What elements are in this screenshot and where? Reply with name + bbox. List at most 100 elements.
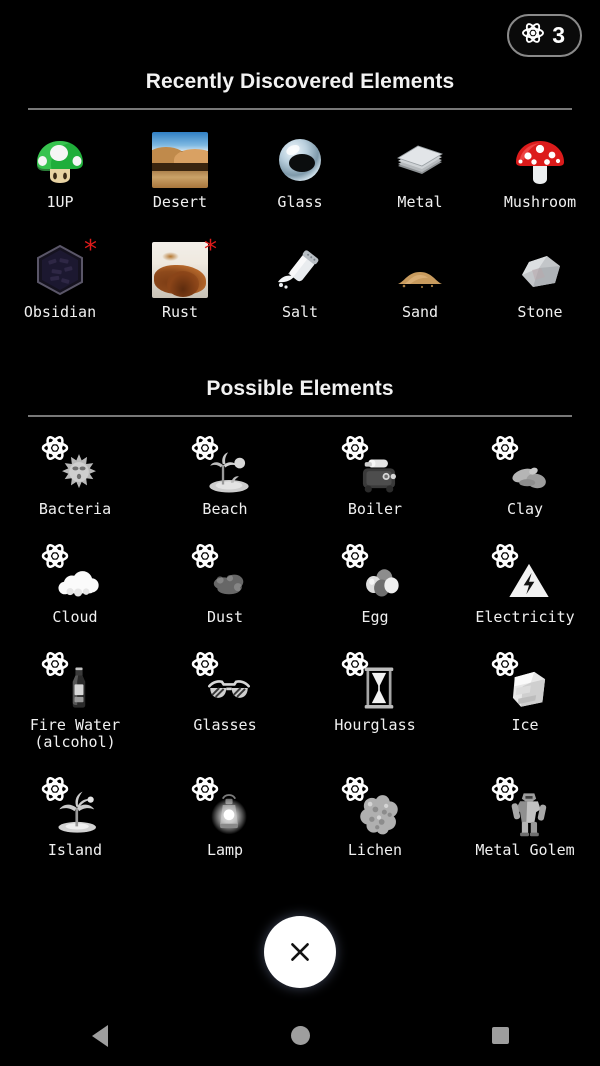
rust-photo-icon: *	[149, 238, 211, 302]
close-x-icon	[287, 939, 313, 965]
nav-home-button[interactable]	[200, 1026, 400, 1045]
element-cell-hourglass[interactable]: Hourglass	[300, 653, 450, 752]
nav-back-button[interactable]	[0, 1025, 200, 1047]
atom-icon	[40, 649, 70, 679]
home-circle-icon	[291, 1026, 310, 1045]
close-button-container	[0, 916, 600, 988]
clay-icon	[494, 437, 556, 499]
bottle-icon	[44, 653, 106, 715]
divider-discovered	[28, 108, 572, 110]
element-cell-lamp[interactable]: Lamp	[150, 778, 300, 860]
electricity-icon	[494, 545, 556, 607]
lamp-icon	[194, 778, 256, 840]
element-label: Lichen	[348, 842, 402, 860]
recents-square-icon	[492, 1027, 509, 1044]
beach-icon	[194, 437, 256, 499]
island-icon	[44, 778, 106, 840]
android-navigation-bar	[0, 1005, 600, 1066]
element-label: Electricity	[475, 609, 574, 627]
element-counter-badge[interactable]: 3	[507, 14, 582, 57]
element-label: Glasses	[193, 717, 256, 735]
element-cell-obsidian[interactable]: * Obsidian	[0, 238, 120, 322]
element-label: Desert	[153, 194, 207, 212]
element-label: Metal Golem	[475, 842, 574, 860]
element-cell-egg[interactable]: Egg	[300, 545, 450, 627]
nav-recents-button[interactable]	[400, 1027, 600, 1044]
section-spacer	[0, 321, 600, 377]
element-cell-desert[interactable]: Desert	[120, 128, 240, 212]
discovered-elements-grid: 1UP Desert	[0, 128, 600, 321]
element-label: Fire Water (alcohol)	[30, 717, 120, 752]
atom-icon	[190, 541, 220, 571]
obsidian-icon: *	[29, 238, 91, 302]
atom-icon	[190, 433, 220, 463]
atom-icon	[40, 541, 70, 571]
element-label: Glass	[277, 194, 322, 212]
element-label: Lamp	[207, 842, 243, 860]
element-label: Salt	[282, 304, 318, 322]
atom-icon	[340, 774, 370, 804]
element-label: Boiler	[348, 501, 402, 519]
mushroom-1up-icon	[29, 128, 91, 192]
egg-icon	[344, 545, 406, 607]
new-element-badge: *	[84, 237, 97, 263]
element-cell-stone[interactable]: Stone	[480, 238, 600, 322]
element-cell-metal[interactable]: Metal	[360, 128, 480, 212]
element-cell-salt[interactable]: Salt	[240, 238, 360, 322]
cloud-icon	[44, 545, 106, 607]
glasses-icon	[194, 653, 256, 715]
element-label: Sand	[402, 304, 438, 322]
element-cell-lichen[interactable]: Lichen	[300, 778, 450, 860]
element-label: Egg	[361, 609, 388, 627]
metal-golem-icon	[494, 778, 556, 840]
element-cell-clay[interactable]: Clay	[450, 437, 600, 519]
mushroom-icon	[509, 128, 571, 192]
element-cell-rust[interactable]: * Rust	[120, 238, 240, 322]
element-label: Stone	[517, 304, 562, 322]
element-cell-electricity[interactable]: Electricity	[450, 545, 600, 627]
divider-possible	[28, 415, 572, 417]
possible-elements-grid: Bacteria	[0, 437, 600, 859]
element-count: 3	[552, 24, 565, 47]
atom-icon	[340, 541, 370, 571]
atom-icon	[40, 774, 70, 804]
element-cell-sand[interactable]: Sand	[360, 238, 480, 322]
atom-icon	[490, 774, 520, 804]
element-label: Mushroom	[504, 194, 576, 212]
element-cell-glass[interactable]: Glass	[240, 128, 360, 212]
possible-elements-section: Possible Elements	[0, 377, 600, 859]
atom-icon	[490, 649, 520, 679]
atom-icon	[490, 433, 520, 463]
atom-icon	[521, 21, 545, 50]
atom-icon	[40, 433, 70, 463]
element-cell-1up[interactable]: 1UP	[0, 128, 120, 212]
element-label: Ice	[511, 717, 538, 735]
atom-icon	[490, 541, 520, 571]
element-cell-mushroom[interactable]: Mushroom	[480, 128, 600, 212]
element-cell-island[interactable]: Island	[0, 778, 150, 860]
element-cell-glasses[interactable]: Glasses	[150, 653, 300, 752]
element-label: Clay	[507, 501, 543, 519]
element-cell-metal-golem[interactable]: Metal Golem	[450, 778, 600, 860]
element-cell-beach[interactable]: Beach	[150, 437, 300, 519]
hourglass-icon	[344, 653, 406, 715]
element-label: Beach	[202, 501, 247, 519]
element-cell-ice[interactable]: Ice	[450, 653, 600, 752]
element-cell-dust[interactable]: Dust	[150, 545, 300, 627]
element-label: Hourglass	[334, 717, 415, 735]
bacteria-icon	[44, 437, 106, 499]
close-button[interactable]	[264, 916, 336, 988]
boiler-icon	[344, 437, 406, 499]
element-cell-boiler[interactable]: Boiler	[300, 437, 450, 519]
recently-discovered-section: Recently Discovered Elements 1UP	[0, 70, 600, 321]
element-cell-bacteria[interactable]: Bacteria	[0, 437, 150, 519]
element-label: Island	[48, 842, 102, 860]
desert-photo-icon	[149, 128, 211, 192]
element-label: Metal	[397, 194, 442, 212]
dust-icon	[194, 545, 256, 607]
element-cell-fire-water[interactable]: Fire Water (alcohol)	[0, 653, 150, 752]
atom-icon	[190, 774, 220, 804]
stone-icon	[509, 238, 571, 302]
element-label: Rust	[162, 304, 198, 322]
element-cell-cloud[interactable]: Cloud	[0, 545, 150, 627]
